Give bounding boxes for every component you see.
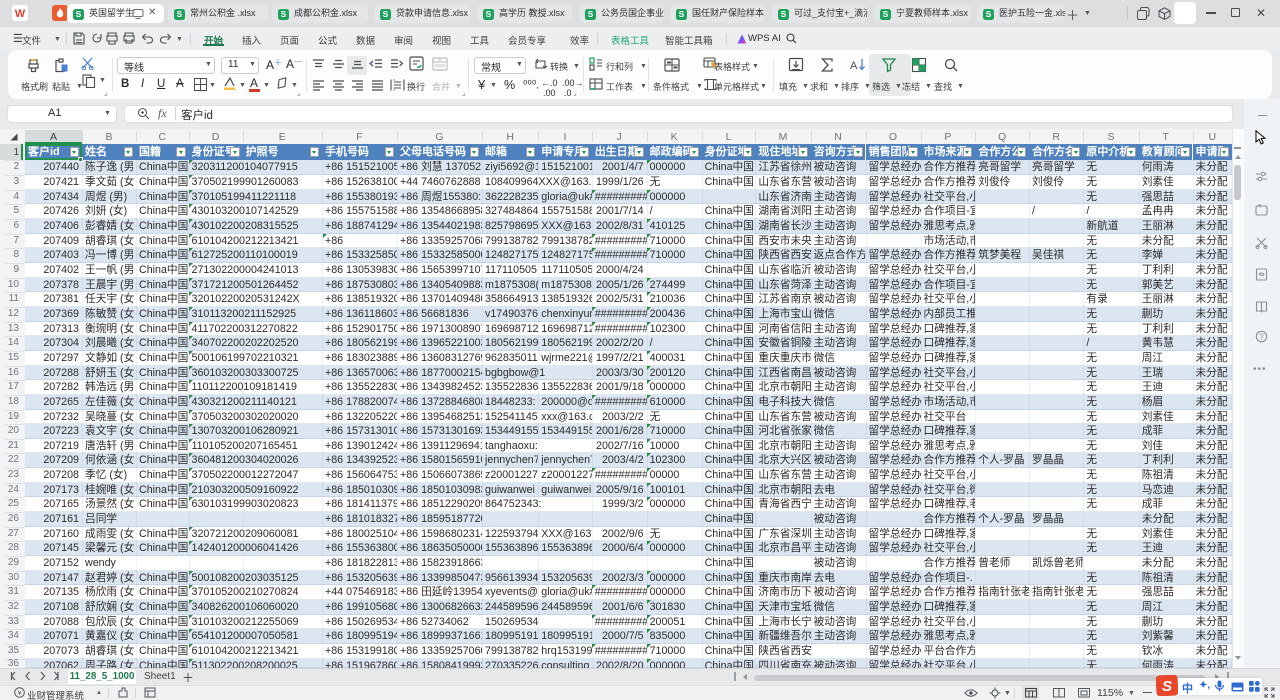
svg-text:W: W: [15, 8, 26, 20]
svg-text:S: S: [1162, 678, 1172, 695]
svg-text:A: A: [850, 60, 858, 72]
svg-text:¥: ¥: [18, 690, 22, 697]
svg-text:?: ?: [1259, 332, 1264, 341]
